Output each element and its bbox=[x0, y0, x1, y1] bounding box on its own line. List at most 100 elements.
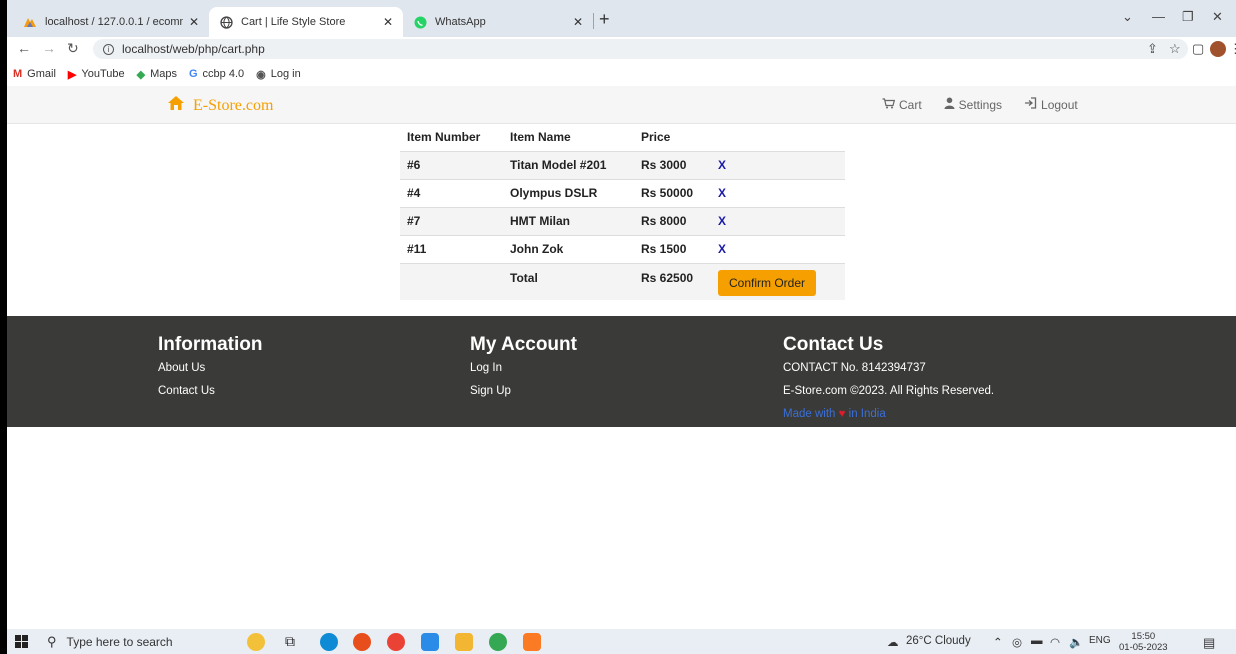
item-name: Titan Model #201 bbox=[503, 150, 634, 179]
item-name: Olympus DSLR bbox=[503, 178, 634, 207]
bookmark-maps[interactable]: ◆ Maps bbox=[137, 68, 177, 81]
clock-time: 15:50 bbox=[1131, 631, 1156, 642]
cart-table-container: Item Number Item Name Price #6 Titan Mod… bbox=[400, 124, 845, 301]
close-icon[interactable]: ✕ bbox=[383, 15, 393, 29]
remove-item-button[interactable]: X bbox=[718, 242, 726, 256]
reload-icon[interactable]: ↻ bbox=[67, 40, 79, 57]
close-icon[interactable]: ✕ bbox=[189, 15, 199, 29]
globe-icon bbox=[219, 15, 233, 29]
table-header-row: Item Number Item Name Price bbox=[400, 124, 845, 151]
chrome-profile-icon[interactable] bbox=[489, 633, 507, 651]
edge-icon[interactable] bbox=[320, 633, 338, 651]
wifi-icon[interactable]: ◠ bbox=[1050, 635, 1060, 649]
nav-cart[interactable]: Cart bbox=[882, 97, 922, 112]
minimize-icon[interactable]: — bbox=[1152, 9, 1165, 24]
footer-link-about[interactable]: About Us bbox=[158, 361, 263, 384]
brand-link[interactable]: E-Store.com bbox=[167, 95, 273, 116]
item-price: Rs 8000 bbox=[634, 206, 711, 235]
close-window-icon[interactable]: ✕ bbox=[1212, 9, 1223, 25]
made-suffix: in India bbox=[848, 408, 886, 420]
volume-icon[interactable]: 🔈 bbox=[1069, 635, 1083, 649]
footer-heading: Information bbox=[158, 334, 263, 355]
confirm-order-button[interactable]: Confirm Order bbox=[718, 269, 817, 296]
nav-label: Cart bbox=[899, 97, 922, 112]
bookmark-gmail[interactable]: M Gmail bbox=[13, 68, 56, 80]
site-header: E-Store.com Cart Settings Logout bbox=[7, 86, 1236, 124]
menu-icon[interactable]: ⋮ bbox=[1229, 41, 1236, 57]
tab-search-icon[interactable]: ⌄ bbox=[1122, 9, 1133, 25]
footer-information: Information About Us Contact Us bbox=[158, 334, 263, 407]
remove-item-button[interactable]: X bbox=[718, 186, 726, 200]
widget-icon[interactable] bbox=[247, 633, 265, 651]
made-prefix: Made with bbox=[783, 408, 836, 420]
forward-icon[interactable]: → bbox=[42, 40, 56, 56]
tab-title: localhost / 127.0.0.1 / ecommerc bbox=[45, 16, 183, 28]
battery-icon[interactable]: ▬ bbox=[1031, 635, 1043, 647]
cart-table: Item Number Item Name Price #6 Titan Mod… bbox=[400, 124, 845, 300]
google-icon: G bbox=[188, 68, 198, 80]
footer-heading: My Account bbox=[470, 334, 577, 355]
bookmark-youtube[interactable]: ▶ YouTube bbox=[68, 68, 125, 81]
footer-link-contact[interactable]: Contact Us bbox=[158, 384, 263, 407]
close-icon[interactable]: ✕ bbox=[573, 15, 583, 29]
chrome-icon[interactable] bbox=[387, 633, 405, 651]
user-icon bbox=[944, 97, 955, 112]
footer-heading: Contact Us bbox=[783, 334, 884, 355]
total-label: Total bbox=[503, 262, 634, 300]
site-info-icon[interactable]: i bbox=[103, 43, 114, 55]
footer-account: My Account Log In Sign Up bbox=[470, 334, 577, 407]
footer-link-login[interactable]: Log In bbox=[470, 361, 577, 384]
show-hidden-icons[interactable]: ⌃ bbox=[993, 635, 1003, 649]
item-price: Rs 50000 bbox=[634, 178, 711, 207]
brand-name: E-Store.com bbox=[193, 96, 274, 114]
remove-item-button[interactable]: X bbox=[718, 158, 726, 172]
file-explorer-icon[interactable] bbox=[455, 633, 473, 651]
notification-icon[interactable]: ▤ bbox=[1203, 635, 1215, 651]
xampp-icon[interactable] bbox=[523, 633, 541, 651]
profile-avatar[interactable] bbox=[1210, 41, 1226, 57]
logout-icon bbox=[1024, 97, 1037, 112]
phpmyadmin-icon bbox=[23, 15, 37, 29]
item-number: #7 bbox=[400, 206, 503, 235]
restore-icon[interactable]: ❐ bbox=[1182, 9, 1194, 25]
made-with-text: Made with ♥ in India bbox=[783, 407, 994, 430]
clock[interactable]: 15:50 01-05-2023 bbox=[1119, 631, 1168, 653]
weather-text[interactable]: 26°C Cloudy bbox=[906, 635, 971, 647]
taskbar-search[interactable]: ⚲ Type here to search bbox=[47, 629, 237, 654]
remove-item-button[interactable]: X bbox=[718, 214, 726, 228]
nav-logout[interactable]: Logout bbox=[1024, 97, 1078, 112]
site-footer: Information About Us Contact Us My Accou… bbox=[7, 316, 1236, 427]
item-number: #6 bbox=[400, 150, 503, 179]
tab-whatsapp[interactable]: WhatsApp ✕ bbox=[403, 7, 593, 37]
search-placeholder: Type here to search bbox=[66, 634, 173, 649]
share-icon[interactable]: ⇪ bbox=[1147, 41, 1158, 57]
language-indicator[interactable]: ENG bbox=[1089, 635, 1111, 646]
tab-strip: localhost / 127.0.0.1 / ecommerc ✕ Cart … bbox=[7, 0, 1236, 37]
task-view-icon[interactable]: ⧉ bbox=[285, 633, 303, 651]
bookmark-star-icon[interactable]: ☆ bbox=[1169, 41, 1181, 57]
footer-link-signup[interactable]: Sign Up bbox=[470, 384, 577, 407]
youtube-icon: ▶ bbox=[67, 68, 77, 81]
nav-settings[interactable]: Settings bbox=[944, 97, 1002, 112]
network-icon[interactable]: ◎ bbox=[1012, 635, 1022, 649]
tab-separator bbox=[593, 13, 594, 29]
table-row: #7 HMT Milan Rs 8000 X bbox=[400, 206, 845, 235]
tab-title: Cart | Life Style Store bbox=[241, 16, 346, 28]
firefox-icon[interactable] bbox=[353, 633, 371, 651]
bookmark-label: Gmail bbox=[27, 68, 56, 80]
tab-cart[interactable]: Cart | Life Style Store ✕ bbox=[209, 7, 403, 37]
back-icon[interactable]: ← bbox=[17, 40, 31, 56]
side-panel-icon[interactable]: ▢ bbox=[1192, 41, 1204, 57]
tab-phpmyadmin[interactable]: localhost / 127.0.0.1 / ecommerc ✕ bbox=[13, 7, 209, 37]
item-name: John Zok bbox=[503, 234, 634, 263]
vscode-icon[interactable] bbox=[421, 633, 439, 651]
globe-icon: ◉ bbox=[256, 68, 266, 81]
windows-start-icon[interactable] bbox=[15, 635, 28, 651]
weather-icon[interactable]: ☁ bbox=[887, 635, 899, 649]
bookmark-ccbp[interactable]: G ccbp 4.0 bbox=[189, 68, 244, 80]
address-bar[interactable]: i localhost/web/php/cart.php bbox=[93, 39, 1188, 59]
item-name: HMT Milan bbox=[503, 206, 634, 235]
heart-icon: ♥ bbox=[838, 408, 846, 420]
new-tab-button[interactable]: + bbox=[599, 9, 610, 30]
bookmark-login[interactable]: ◉ Log in bbox=[256, 68, 301, 81]
